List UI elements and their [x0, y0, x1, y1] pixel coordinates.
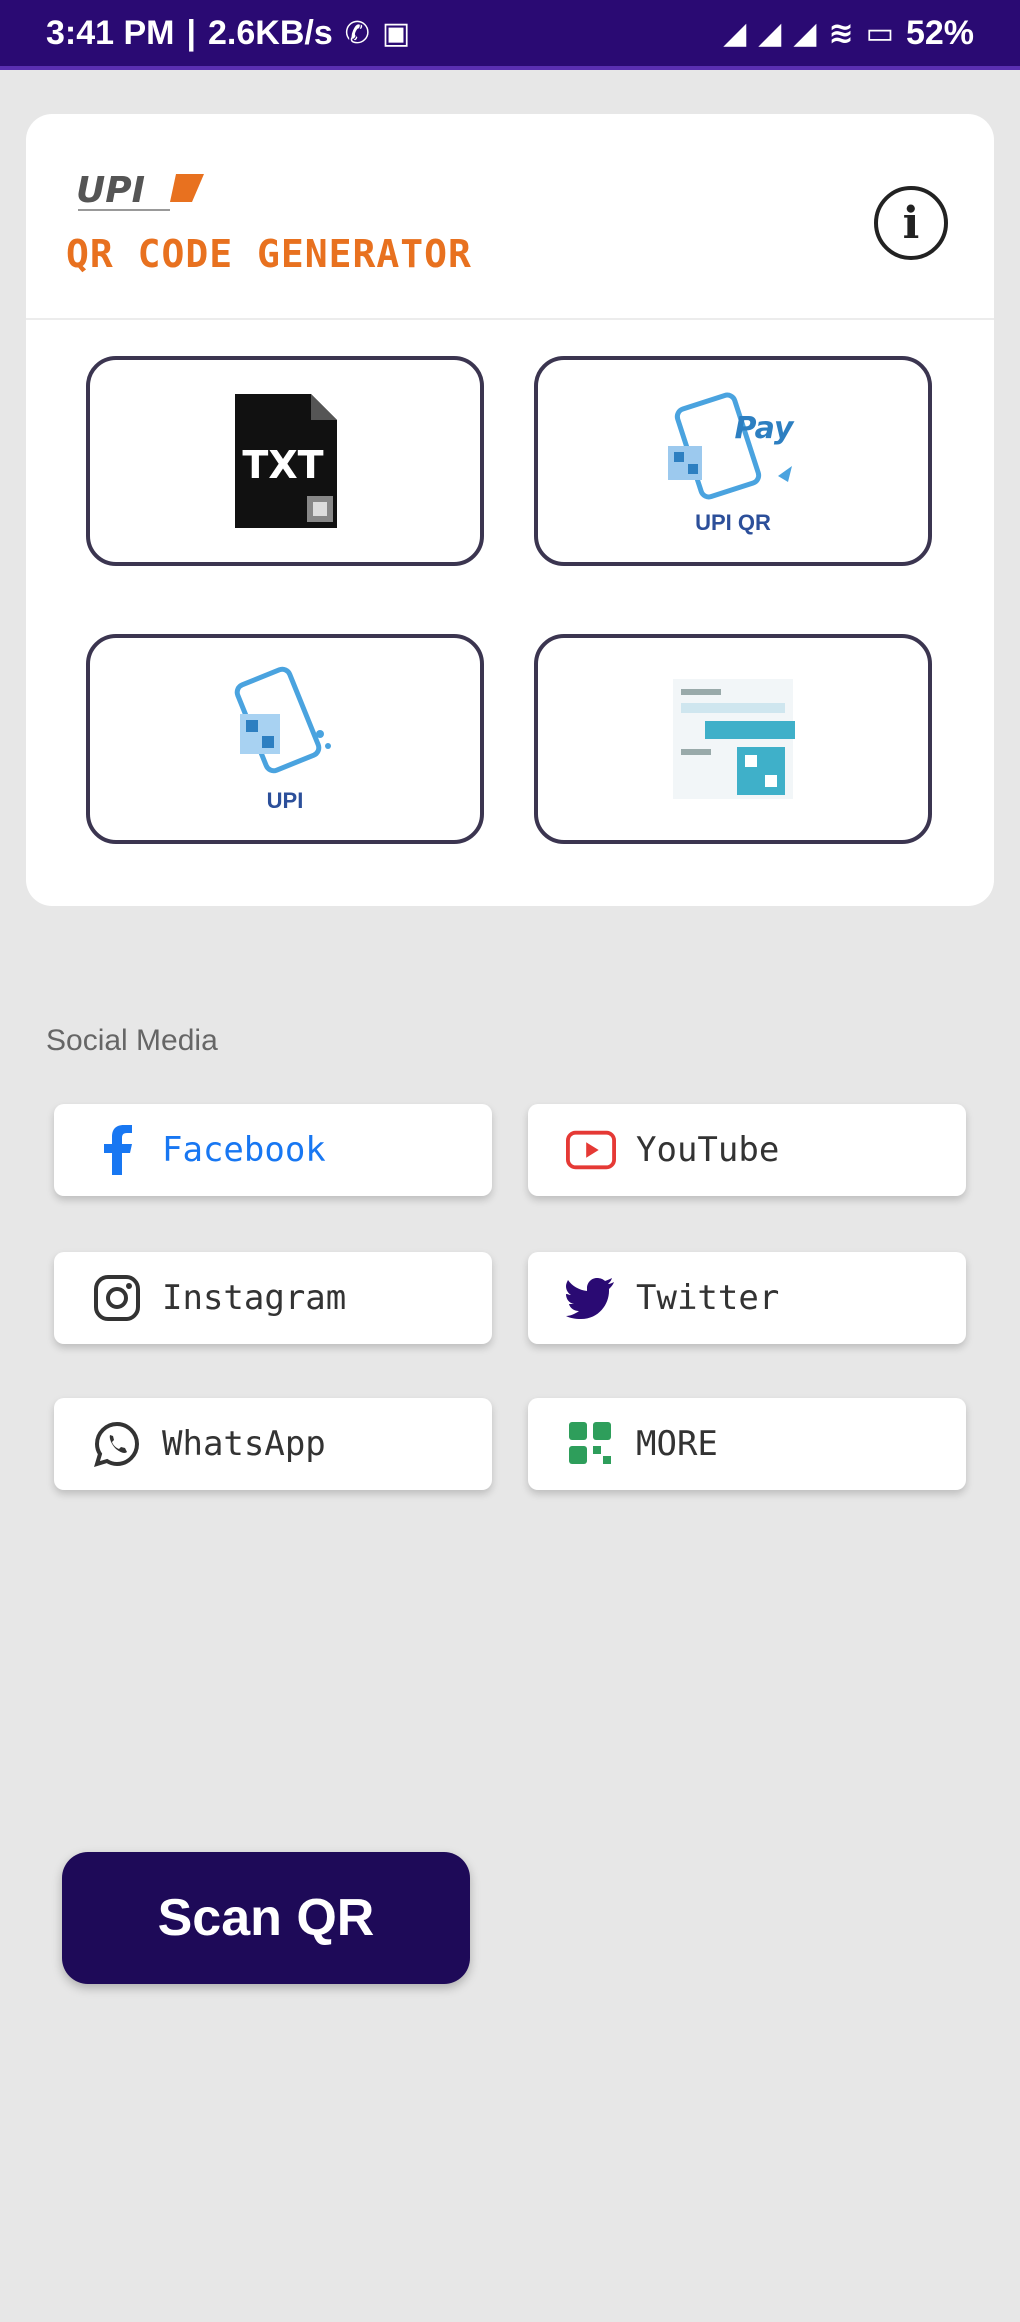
form-qr-tile[interactable] — [534, 634, 932, 844]
upi-tile[interactable]: UPI — [86, 634, 484, 844]
youtube-button[interactable]: YouTube — [528, 1104, 966, 1196]
status-bar: 3:41 PM | 2.6KB/s ✆ ▣ ◢ ◢ ◢ ≋ ▭ 52% — [0, 0, 1020, 66]
app-title: QR CODE GENERATOR — [66, 232, 472, 276]
more-grid-icon — [566, 1419, 616, 1469]
instagram-label: Instagram — [162, 1278, 347, 1318]
status-time: 3:41 PM — [46, 13, 175, 52]
wifi-icon: ≋ — [828, 16, 854, 50]
more-label: MORE — [636, 1424, 718, 1464]
battery-icon: ▭ — [865, 16, 894, 50]
whatsapp-icon — [92, 1419, 142, 1469]
txt-file-icon: TXT — [235, 394, 337, 528]
status-speed: 2.6KB/s — [208, 13, 333, 52]
info-button[interactable]: i — [874, 186, 948, 260]
upi-qr-tile[interactable]: Pay UPI QR — [534, 356, 932, 566]
upi-phone-qr-icon: Pay — [668, 392, 795, 500]
info-icon: i — [902, 197, 920, 249]
whatsapp-label: WhatsApp — [162, 1424, 326, 1464]
form-qr-icon — [673, 679, 795, 799]
svg-text:Pay: Pay — [735, 411, 795, 446]
twitter-label: Twitter — [636, 1278, 780, 1318]
scan-qr-button[interactable]: Scan QR — [62, 1852, 470, 1984]
text-qr-tile[interactable]: TXT — [86, 356, 484, 566]
upi-caption: UPI — [266, 788, 304, 813]
instagram-icon — [92, 1273, 142, 1323]
whatsapp-notification-icon: ✆ — [344, 16, 370, 50]
upi-logo: UPI — [76, 170, 204, 211]
status-bar-divider — [0, 66, 1020, 70]
battery-level: 52% — [905, 13, 974, 52]
signal-icon: ◢ — [723, 16, 747, 50]
twitter-icon — [566, 1273, 616, 1323]
whatsapp-button[interactable]: WhatsApp — [54, 1398, 492, 1490]
upi-qr-caption: UPI QR — [695, 510, 771, 535]
notification-icon: ▣ — [381, 16, 411, 50]
txt-label: TXT — [242, 443, 323, 487]
youtube-label: YouTube — [636, 1130, 780, 1170]
youtube-icon — [566, 1125, 616, 1175]
status-right: ◢ ◢ ◢ ≋ ▭ 52% — [723, 14, 974, 53]
status-divider: | — [186, 13, 197, 52]
card-header: UPI QR CODE GENERATOR i — [26, 114, 994, 320]
signal-icon: ◢ — [793, 16, 817, 50]
main-card: UPI QR CODE GENERATOR i TXT Pay UPI QR U… — [26, 114, 994, 906]
instagram-button[interactable]: Instagram — [54, 1252, 492, 1344]
signal-icon: ◢ — [758, 16, 782, 50]
more-button[interactable]: MORE — [528, 1398, 966, 1490]
social-media-label: Social Media — [46, 1024, 218, 1057]
facebook-icon — [92, 1125, 142, 1175]
phone-qr-icon — [234, 666, 331, 774]
twitter-button[interactable]: Twitter — [528, 1252, 966, 1344]
upi-logo-text: UPI — [76, 170, 145, 211]
facebook-label: Facebook — [162, 1130, 326, 1170]
facebook-button[interactable]: Facebook — [54, 1104, 492, 1196]
status-left: 3:41 PM | 2.6KB/s ✆ ▣ — [46, 14, 410, 53]
